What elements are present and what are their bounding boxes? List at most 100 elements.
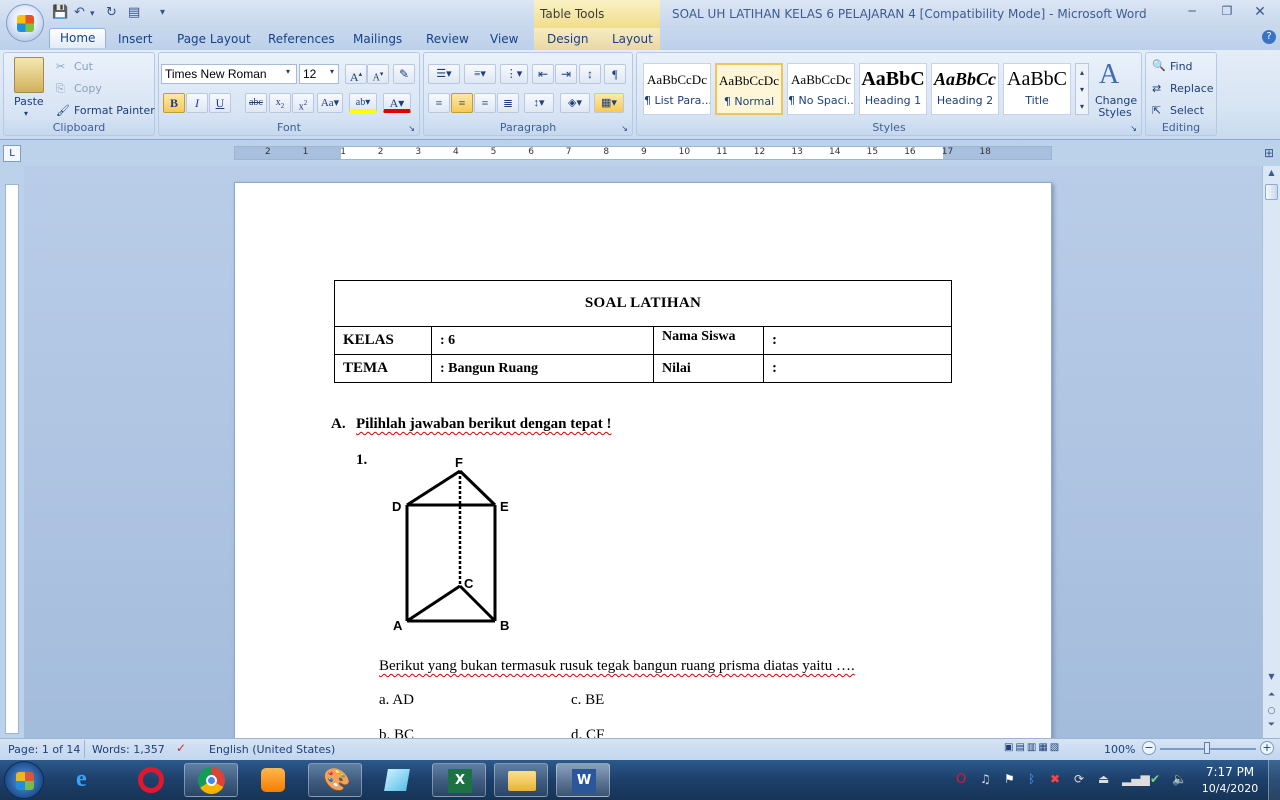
tray-battery-icon[interactable]: ✔ (1150, 772, 1160, 786)
font-name-box[interactable]: Times New Roman (161, 64, 297, 84)
nilai-label[interactable]: Nilai (653, 354, 764, 383)
scroll-up-icon[interactable]: ▲ (1264, 168, 1279, 182)
media-player-icon[interactable] (246, 763, 300, 797)
print-preview-icon[interactable]: ▤ (128, 5, 140, 20)
opera-icon[interactable] (124, 763, 178, 797)
style-normal[interactable]: AaBbCcDc ¶ Normal (715, 63, 783, 115)
word-icon[interactable]: W (556, 763, 610, 797)
nama-siswa-label[interactable]: Nama Siswa (653, 326, 764, 355)
start-button[interactable] (4, 761, 44, 799)
increase-indent-icon[interactable]: ⇥ (555, 64, 577, 84)
internet-explorer-icon[interactable]: e (62, 763, 116, 797)
word-count[interactable]: Words: 1,357 (92, 743, 165, 756)
bullets-icon[interactable]: ☰▾ (428, 64, 460, 84)
zoom-slider-thumb[interactable] (1204, 742, 1210, 754)
change-styles-button[interactable]: Change Styles (1095, 95, 1137, 119)
align-center-icon[interactable]: ≡ (451, 93, 473, 113)
customize-qat-icon[interactable]: ▾ (160, 7, 165, 18)
zoom-level[interactable]: 100% (1104, 743, 1135, 756)
tray-network-error-icon[interactable]: ✖ (1050, 772, 1060, 786)
style-title[interactable]: AaBbC Title (1003, 63, 1071, 115)
section-heading[interactable]: Pilihlah jawaban berikut dengan tepat ! (356, 416, 611, 433)
view-buttons[interactable]: ▣▤▥▦▧ (1004, 742, 1096, 757)
zoom-in-icon[interactable]: + (1260, 741, 1274, 755)
kelas-value[interactable]: : 6 (431, 326, 654, 355)
tray-signal-icon[interactable]: ▂▄▆ (1122, 772, 1150, 786)
italic-icon[interactable]: I (186, 93, 208, 113)
tab-layout[interactable]: Layout (612, 30, 653, 50)
nilai-value[interactable]: : (763, 354, 952, 383)
view-ruler-icon[interactable]: ⊞ (1264, 146, 1274, 160)
superscript-icon[interactable]: x2 (292, 93, 314, 113)
prism-figure[interactable]: F D E C A B (383, 453, 523, 633)
header-title[interactable]: SOAL LATIHAN (334, 280, 952, 327)
font-size-dropdown-icon[interactable]: ▾ (330, 67, 334, 76)
font-name-dropdown-icon[interactable]: ▾ (286, 67, 290, 76)
office-button[interactable] (6, 4, 44, 42)
style-list-paragraph[interactable]: AaBbCcDc ¶ List Para... (643, 63, 711, 115)
paragraph-dialog-launcher-icon[interactable]: ↘ (621, 124, 628, 133)
clock-time[interactable]: 7:17 PM (1200, 765, 1260, 779)
shading-icon[interactable]: ◈▾ (560, 93, 590, 113)
tab-mailings[interactable]: Mailings (353, 30, 402, 50)
kelas-label[interactable]: KELAS (334, 326, 432, 355)
clock-date[interactable]: 10/4/2020 (1196, 782, 1264, 795)
font-color-icon[interactable]: A▾ (383, 93, 411, 113)
undo-dropdown-icon[interactable]: ▾ (90, 9, 95, 19)
close-icon[interactable]: ✕ (1248, 4, 1272, 22)
clear-formatting-icon[interactable]: ✎ (393, 64, 415, 84)
style-heading-2[interactable]: AaBbCc Heading 2 (931, 63, 999, 115)
next-page-icon[interactable]: ⏷ (1264, 720, 1279, 730)
horizontal-ruler[interactable]: 2 1 1 2 3 4 5 6 7 8 9 10 11 12 13 14 15 16 17 18 (234, 146, 1052, 160)
paste-dropdown-icon[interactable]: ▾ (24, 109, 28, 118)
tray-update-icon[interactable]: ⟳ (1074, 772, 1084, 786)
save-icon[interactable]: 💾 (52, 5, 68, 20)
cut-button[interactable]: Cut (74, 60, 93, 73)
numbering-icon[interactable]: ≡▾ (464, 64, 496, 84)
language-indicator[interactable]: English (United States) (209, 743, 335, 756)
zoom-out-icon[interactable]: − (1142, 741, 1156, 755)
paste-icon[interactable] (14, 57, 44, 93)
notes-icon[interactable] (370, 763, 424, 797)
underline-icon[interactable]: U (209, 93, 231, 113)
option-c[interactable]: c. BE (571, 692, 604, 709)
grow-font-icon[interactable]: A▴ (345, 64, 367, 84)
redo-icon[interactable]: ↻ (106, 5, 117, 20)
vertical-scrollbar[interactable]: ▲ ▼ ⏶ ○ ⏷ (1262, 166, 1280, 738)
browse-object-icon[interactable]: ○ (1264, 706, 1279, 716)
find-button[interactable]: Find (1170, 60, 1193, 73)
proofing-icon[interactable]: ✓ (176, 741, 186, 755)
bold-icon[interactable]: B (163, 93, 185, 113)
tab-references[interactable]: References (268, 30, 335, 50)
paint-icon[interactable]: 🎨 (308, 763, 362, 797)
replace-button[interactable]: Replace (1170, 82, 1214, 95)
select-button[interactable]: Select (1170, 104, 1204, 117)
page-count[interactable]: Page: 1 of 14 (8, 743, 80, 756)
sort-icon[interactable]: ↕ (579, 64, 601, 84)
nama-siswa-value[interactable]: : (763, 326, 952, 355)
tray-flag-icon[interactable]: ⚑ (1004, 772, 1015, 786)
tray-bluetooth-icon[interactable]: ᛒ (1028, 772, 1035, 786)
tab-selector-icon[interactable]: L (3, 145, 21, 162)
tray-opera-icon[interactable]: O (956, 772, 966, 787)
file-explorer-icon[interactable] (494, 763, 548, 797)
strikethrough-icon[interactable]: abc (245, 93, 267, 113)
show-desktop-button[interactable] (1268, 760, 1280, 800)
excel-icon[interactable]: X (432, 763, 486, 797)
style-no-spacing[interactable]: AaBbCcDc ¶ No Spaci... (787, 63, 855, 115)
previous-page-icon[interactable]: ⏶ (1264, 690, 1279, 700)
chrome-icon[interactable] (184, 763, 238, 797)
restore-icon[interactable]: ❐ (1215, 4, 1239, 22)
subscript-icon[interactable]: x2 (269, 93, 291, 113)
tab-review[interactable]: Review (426, 30, 469, 50)
style-heading-1[interactable]: AaBbC Heading 1 (859, 63, 927, 115)
justify-icon[interactable]: ≣ (497, 93, 519, 113)
font-dialog-launcher-icon[interactable]: ↘ (408, 124, 415, 133)
document-page[interactable]: SOAL LATIHAN KELAS : 6 Nama Siswa : TEMA… (234, 182, 1052, 742)
tray-volume-icon[interactable]: 🔈 (1172, 772, 1187, 786)
tab-insert[interactable]: Insert (118, 30, 152, 50)
scroll-thumb[interactable] (1265, 184, 1278, 200)
decrease-indent-icon[interactable]: ⇤ (532, 64, 554, 84)
styles-dialog-launcher-icon[interactable]: ↘ (1130, 124, 1137, 133)
paste-button[interactable]: Paste (14, 95, 44, 108)
